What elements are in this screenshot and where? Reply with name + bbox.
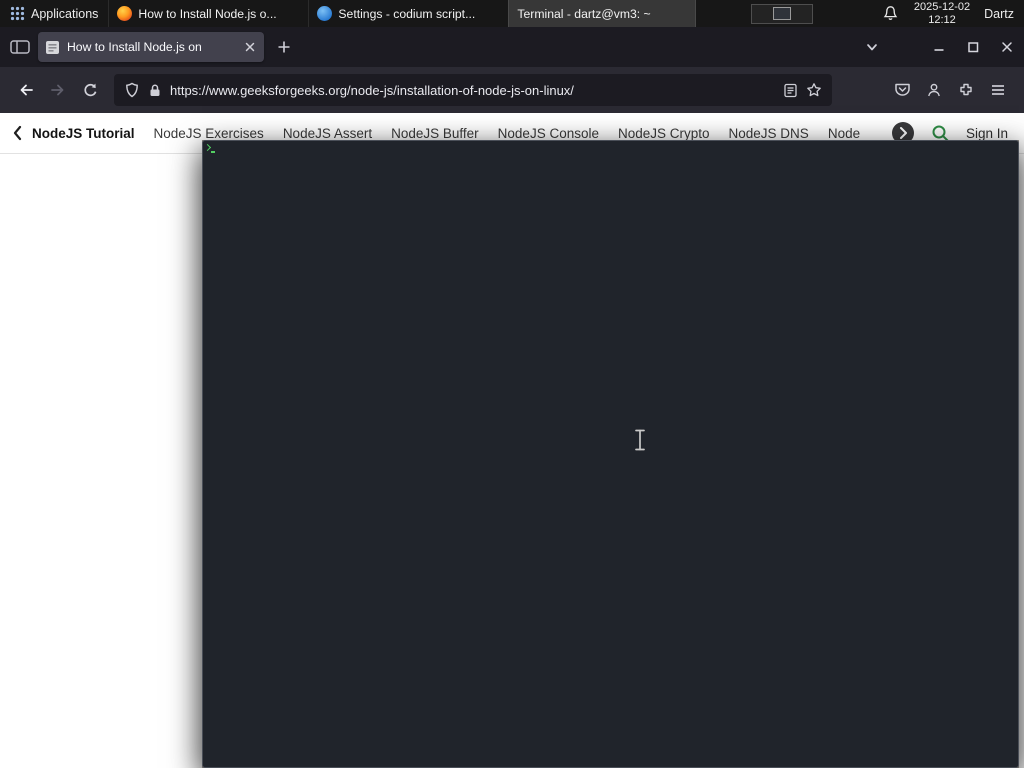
tab-bar: How to Install Node.js on xyxy=(0,27,1024,67)
applications-label: Applications xyxy=(31,6,99,21)
panel-window-button[interactable]: Settings - codium script... xyxy=(308,0,508,27)
chevron-left-icon xyxy=(13,125,22,141)
plus-icon xyxy=(278,41,290,53)
clock-time: 12:12 xyxy=(928,13,956,26)
hamburger-menu-icon xyxy=(992,85,1004,95)
applications-menu-button[interactable]: Applications xyxy=(0,0,108,27)
pocket-icon xyxy=(894,83,910,96)
sign-in-button[interactable]: Sign In xyxy=(966,126,1008,141)
account-icon xyxy=(928,83,940,97)
extensions-button[interactable] xyxy=(950,74,982,106)
pocket-button[interactable] xyxy=(886,74,918,106)
tab-close-button[interactable] xyxy=(243,40,257,54)
window-maximize-button[interactable] xyxy=(956,27,990,67)
url-text[interactable]: https://www.geeksforgeeks.org/node-js/in… xyxy=(170,83,775,98)
forward-button[interactable] xyxy=(42,74,74,106)
chevron-down-icon xyxy=(867,44,877,51)
close-icon xyxy=(1002,42,1012,52)
site-nav-items: NodeJS Tutorial NodeJS Exercises NodeJS As… xyxy=(32,126,881,141)
panel-window-button[interactable]: Terminal - dartz@vm3: ~ xyxy=(202,0,1019,768)
tracking-shield-icon[interactable] xyxy=(124,82,140,98)
list-all-tabs-button[interactable] xyxy=(858,33,886,61)
window-close-button[interactable] xyxy=(990,27,1024,67)
maximize-icon xyxy=(968,42,979,53)
nav-scroll-left-button[interactable] xyxy=(12,125,22,141)
minimize-icon xyxy=(934,49,944,51)
app-menu-button[interactable] xyxy=(982,74,1014,106)
site-nav-item[interactable]: NodeJS Buffer xyxy=(391,126,479,141)
new-tab-button[interactable] xyxy=(270,33,298,61)
site-nav-item[interactable]: Node xyxy=(828,126,860,141)
lock-icon[interactable] xyxy=(148,83,162,98)
close-icon xyxy=(245,42,255,52)
applications-icon xyxy=(10,6,25,21)
desktop: Applications How to Install Node.js o...… xyxy=(0,0,1024,768)
notifications-button[interactable] xyxy=(883,5,898,22)
window-button-label: How to Install Node.js o... xyxy=(138,6,277,21)
clock-date: 2025-12-02 xyxy=(913,1,971,13)
clock[interactable]: 2025-12-02 12:12 xyxy=(914,1,970,26)
workspace-switcher[interactable] xyxy=(750,3,813,24)
workspace-window-thumb xyxy=(772,7,791,20)
firefox-view-icon xyxy=(10,40,30,54)
window-minimize-button[interactable] xyxy=(922,27,956,67)
reload-icon xyxy=(83,83,96,96)
account-button[interactable] xyxy=(918,74,950,106)
site-nav-item[interactable]: NodeJS Tutorial xyxy=(32,126,135,141)
site-nav-item[interactable]: NodeJS Assert xyxy=(283,126,372,141)
vscodium-icon xyxy=(317,6,333,21)
user-menu[interactable]: Dartz xyxy=(984,7,1014,21)
site-nav-item[interactable]: NodeJS Crypto xyxy=(618,126,710,141)
firefox-view-button[interactable] xyxy=(10,39,30,55)
reload-button[interactable] xyxy=(74,74,106,106)
tab-title: How to Install Node.js on xyxy=(67,40,202,54)
firefox-icon xyxy=(117,6,133,21)
browser-window-controls xyxy=(922,27,1024,67)
reader-mode-icon[interactable] xyxy=(783,83,798,98)
url-bar[interactable]: https://www.geeksforgeeks.org/node-js/in… xyxy=(114,74,832,106)
bookmark-star-icon[interactable] xyxy=(806,82,822,98)
back-button[interactable] xyxy=(10,74,42,106)
extensions-puzzle-icon xyxy=(960,83,972,96)
window-button-label: Settings - codium script... xyxy=(338,6,476,21)
tab-favicon xyxy=(46,40,59,54)
browser-tab[interactable]: How to Install Node.js on xyxy=(38,32,264,62)
window-button-label: Terminal - dartz@vm3: ~ xyxy=(517,6,651,21)
back-arrow-icon xyxy=(20,84,33,96)
site-nav-item[interactable]: NodeJS DNS xyxy=(729,126,809,141)
panel-window-buttons: How to Install Node.js o... Settings - co… xyxy=(108,0,1019,768)
site-nav-item[interactable]: NodeJS Console xyxy=(498,126,599,141)
bell-icon xyxy=(883,6,898,20)
forward-arrow-icon xyxy=(51,84,64,96)
navigation-toolbar: https://www.geeksforgeeks.org/node-js/in… xyxy=(0,67,1024,113)
top-panel: Applications How to Install Node.js o...… xyxy=(0,0,1024,768)
panel-window-button[interactable]: How to Install Node.js o... xyxy=(108,0,308,27)
mouse-cursor-ibeam xyxy=(635,429,645,451)
site-nav-item[interactable]: NodeJS Exercises xyxy=(154,126,264,141)
